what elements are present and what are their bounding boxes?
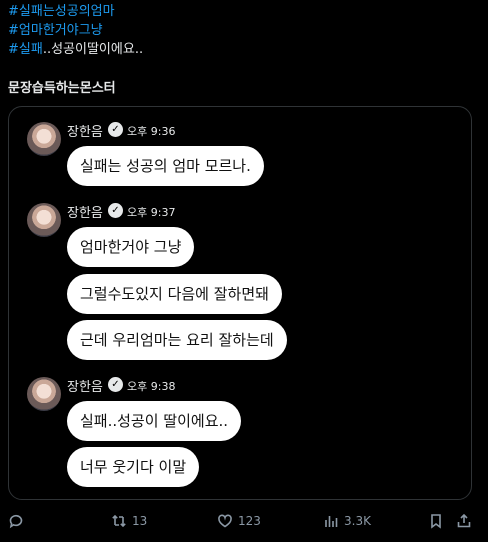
message-time: 오후 9:38 [127,380,176,393]
bar-chart-icon [325,516,338,527]
like-button[interactable]: 123 [217,510,261,532]
share-icon [457,513,471,528]
message-time: 오후 9:37 [127,206,176,219]
sender-name: 장한음 [67,125,103,140]
verified-icon: ✓ [108,122,123,137]
hashtag-2[interactable]: #엄마한거야그냥 [8,22,103,39]
avatar [27,377,61,411]
retweet-button[interactable]: 13 [111,510,147,532]
sender-name: 장한음 [67,380,103,395]
share-button[interactable] [456,510,472,532]
message-bubble: 실패..성공이 딸이에요.. [67,401,242,441]
retweet-count: 13 [132,514,148,528]
message-bubble: 근데 우리엄마는 요리 잘하는데 [67,320,287,360]
bookmark-button[interactable] [428,510,444,532]
message-bubble: 너무 웃기다 이말 [67,447,200,487]
message-bubble: 그럴수도있지 다음에 잘하면돼 [67,274,282,314]
message-bubble: 엄마한거야 그냥 [67,227,195,267]
message-time: 오후 9:36 [127,125,176,138]
reply-icon [9,514,23,529]
avatar [27,122,61,156]
message-bubble: 실패는 성공의 엄마 모르나. [67,146,264,186]
bookmark-icon [431,514,441,529]
hashtag-3[interactable]: #실패..성공이딸이에요.. [8,41,143,58]
post-action-bar: 13 123 3.3K [0,510,488,534]
view-count: 3.3K [344,514,371,528]
verified-icon: ✓ [108,203,123,218]
hashtag-1[interactable]: #실패는성공의엄마 [8,3,115,20]
avatar [27,203,61,237]
sender-name: 장한음 [67,206,103,221]
views-button[interactable]: 3.3K [323,510,371,532]
reply-button[interactable] [8,510,24,532]
post-heading: 문장습득하는몬스터 [8,81,116,96]
heart-icon [218,514,232,528]
hashtag-trailing-text: ..성공이딸이에요.. [42,42,144,57]
retweet-icon [112,514,126,528]
chat-screenshot-card[interactable]: 장한음 ✓ 오후 9:36 실패는 성공의 엄마 모르나. 장한음 ✓ 오후 9… [8,106,472,500]
verified-icon: ✓ [108,377,123,392]
like-count: 123 [238,514,261,528]
